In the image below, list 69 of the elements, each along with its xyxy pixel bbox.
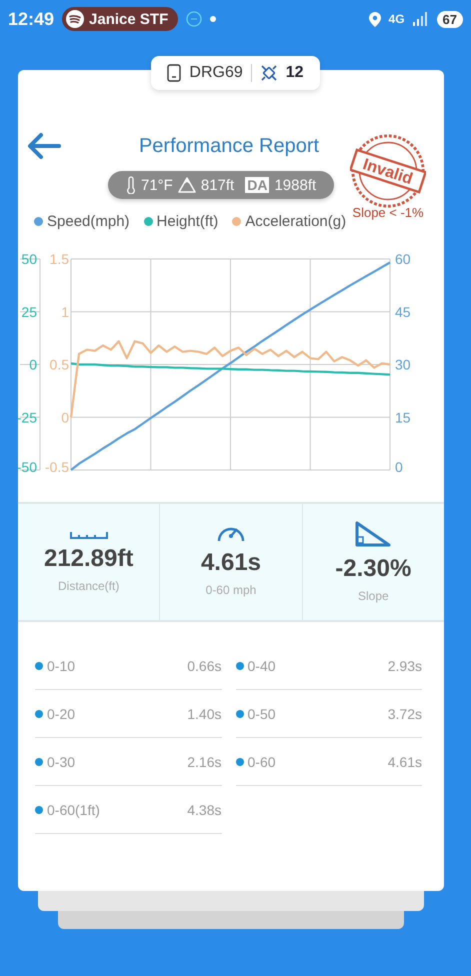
stat-value: -2.30% <box>335 555 412 583</box>
circle-icon <box>186 11 202 27</box>
axis-tick-label: 45 <box>395 304 411 320</box>
music-icon <box>66 10 84 28</box>
legend-label: Speed(mph) <box>47 213 130 230</box>
axis-tick-label: 1 <box>61 304 69 320</box>
network-label: 4G <box>388 12 405 26</box>
bullet-dot <box>236 710 244 718</box>
bullet-dot <box>35 710 43 718</box>
stat-label: 0-60 mph <box>206 583 256 597</box>
satellite-icon <box>260 64 278 82</box>
device-icon <box>167 64 182 82</box>
invalid-stamp: Invalid <box>350 133 426 209</box>
split-label: 0-60 <box>248 754 277 770</box>
location-icon <box>368 12 381 26</box>
split-time: 2.93s <box>388 658 422 674</box>
media-pill[interactable]: Janice STF <box>62 7 178 31</box>
axis-tick-label: 0.5 <box>50 356 69 372</box>
notification-dot-icon <box>210 16 216 22</box>
split-label: 0-30 <box>47 754 76 770</box>
device-name: DRG69 <box>189 64 243 82</box>
split-time: 4.61s <box>388 754 422 770</box>
split-label: 0-40 <box>248 658 277 674</box>
bullet-dot <box>236 662 244 670</box>
stat-value: 212.89ft <box>44 545 134 573</box>
temperature-value: 71°F <box>141 176 173 194</box>
split-label: 0-20 <box>47 706 76 722</box>
stat-value: 4.61s <box>200 549 262 577</box>
page-title: Performance Report <box>138 134 320 158</box>
axis-tick-label: 0 <box>29 356 37 372</box>
split-time: 1.40s <box>187 706 222 722</box>
split-label: 0-10 <box>47 658 76 674</box>
status-time: 12:49 <box>8 8 54 30</box>
bullet-dot <box>35 758 43 766</box>
altitude-value: 817ft <box>200 176 234 194</box>
axis-tick-label: 60 <box>395 251 411 267</box>
axis-tick-label: 15 <box>395 409 411 426</box>
axis-tick-label: 30 <box>395 356 411 372</box>
legend-label: Height(ft) <box>156 213 218 230</box>
battery-indicator: 67 <box>436 10 463 28</box>
split-label: 0-50 <box>248 706 277 722</box>
axis-tick-label: -0.5 <box>44 459 69 475</box>
split-time: 4.38s <box>187 802 222 818</box>
split-time: 3.72s <box>388 706 422 722</box>
split-time: 0.66s <box>187 658 222 674</box>
bullet-dot <box>35 662 43 670</box>
axis-tick-label: 50 <box>21 251 37 267</box>
bullet-dot <box>236 758 244 766</box>
stat-label: Slope <box>358 589 389 603</box>
ruler-icon <box>70 531 108 539</box>
axis-tick-label: 0 <box>395 459 403 475</box>
bullet-dot <box>35 806 43 814</box>
axis-tick-label: 1.5 <box>50 251 69 267</box>
axis-tick-label: 25 <box>21 304 37 320</box>
satellite-count: 12 <box>286 64 304 82</box>
signal-icon <box>412 12 429 26</box>
axis-tick-label: 0 <box>61 409 69 426</box>
density-altitude-value: 1988ft <box>274 176 316 194</box>
mountain-icon <box>178 177 196 193</box>
device-pill[interactable]: DRG69 12 <box>151 56 320 90</box>
gauge-icon <box>216 527 245 543</box>
back-arrow-icon[interactable] <box>26 132 62 160</box>
triangle-ruler-icon <box>354 521 392 549</box>
stat-label: Distance(ft) <box>58 579 120 593</box>
split-label: 0-60(1ft) <box>47 802 101 818</box>
split-time: 2.16s <box>187 754 222 770</box>
density-altitude-badge: DA <box>245 177 270 193</box>
thermometer-icon <box>126 176 136 194</box>
legend-label: Acceleration(g) <box>245 213 346 230</box>
